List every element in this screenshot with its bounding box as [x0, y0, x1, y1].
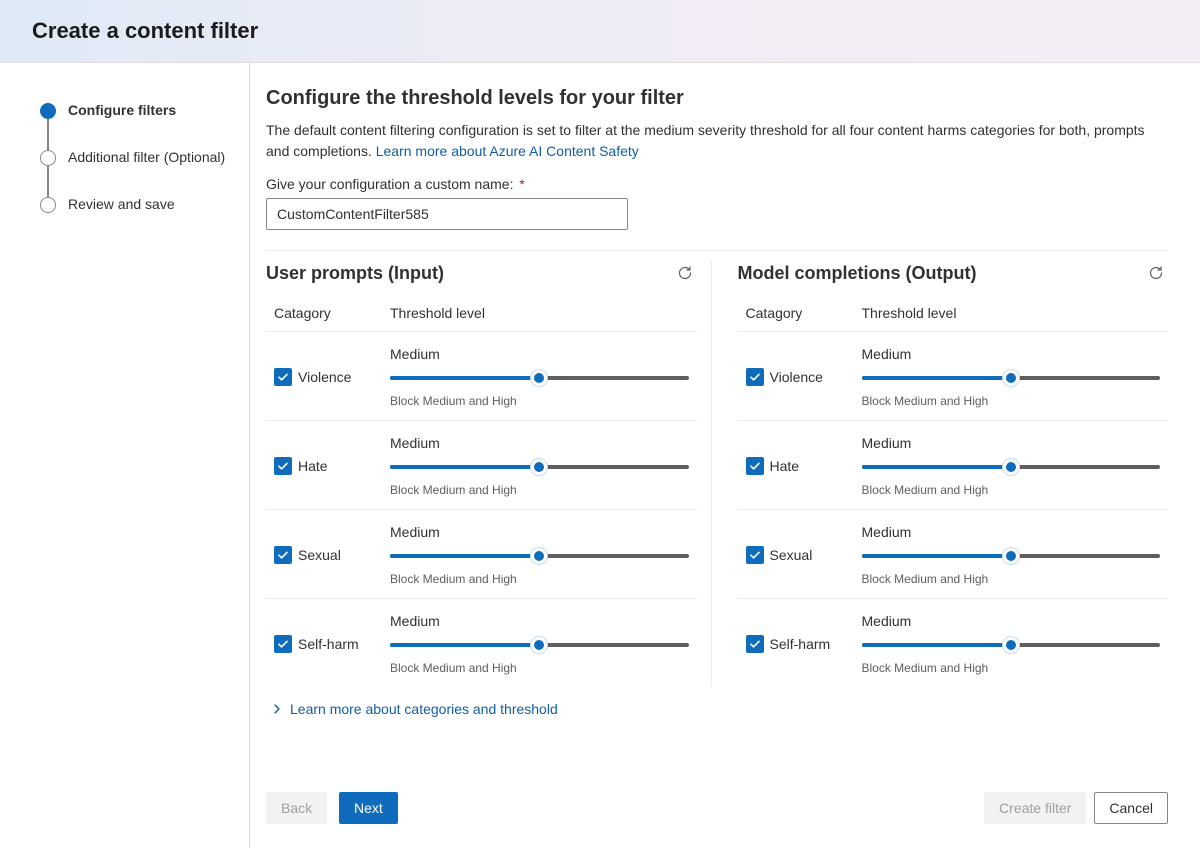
level-label: Medium — [390, 435, 689, 451]
threshold-slider[interactable] — [862, 548, 1161, 564]
category-checkbox[interactable] — [746, 368, 764, 386]
category-checkbox[interactable] — [746, 546, 764, 564]
table-row: Violence Medium Block Medium and High — [266, 332, 697, 421]
column-user-prompts: User prompts (Input) Catagory Threshold … — [266, 261, 712, 687]
column-title: User prompts (Input) — [266, 263, 444, 284]
category-header: Catagory — [746, 305, 862, 321]
learn-more-categories-link[interactable]: Learn more about categories and threshol… — [266, 701, 1168, 717]
cancel-button[interactable]: Cancel — [1094, 792, 1168, 824]
create-filter-button[interactable]: Create filter — [984, 792, 1086, 824]
category-name: Violence — [298, 369, 390, 385]
step-indicator-icon — [40, 103, 56, 119]
level-header: Threshold level — [862, 305, 1161, 321]
table-row: Self-harm Medium Block Medium and High — [738, 599, 1169, 687]
step-indicator-icon — [40, 150, 56, 166]
threshold-slider[interactable] — [390, 637, 689, 653]
threshold-slider[interactable] — [862, 370, 1161, 386]
level-description: Block Medium and High — [390, 394, 689, 408]
category-name: Self-harm — [770, 636, 862, 652]
table-row: Hate Medium Block Medium and High — [738, 421, 1169, 510]
back-button[interactable]: Back — [266, 792, 327, 824]
page-header: Create a content filter — [0, 0, 1200, 63]
wizard-footer: Back Next Create filter Cancel — [266, 764, 1168, 824]
table-row: Self-harm Medium Block Medium and High — [266, 599, 697, 687]
category-name: Hate — [298, 458, 390, 474]
step-indicator-icon — [40, 197, 56, 213]
column-model-completions: Model completions (Output) Catagory Thre… — [712, 261, 1169, 687]
category-checkbox[interactable] — [274, 546, 292, 564]
nav-step-additional-filter[interactable]: Additional filter (Optional) — [40, 148, 233, 167]
table-header: Catagory Threshold level — [266, 297, 697, 332]
name-field-label: Give your configuration a custom name: * — [266, 176, 1168, 192]
table-row: Sexual Medium Block Medium and High — [266, 510, 697, 599]
nav-step-configure-filters[interactable]: Configure filters — [40, 101, 233, 120]
next-button[interactable]: Next — [339, 792, 398, 824]
category-checkbox[interactable] — [746, 457, 764, 475]
step-label: Review and save — [68, 195, 175, 214]
section-description: The default content filtering configurat… — [266, 120, 1168, 162]
threshold-slider[interactable] — [390, 459, 689, 475]
level-header: Threshold level — [390, 305, 689, 321]
category-header: Catagory — [274, 305, 390, 321]
category-name: Self-harm — [298, 636, 390, 652]
level-label: Medium — [862, 613, 1161, 629]
threshold-columns: User prompts (Input) Catagory Threshold … — [266, 261, 1168, 687]
reset-output-button[interactable] — [1144, 261, 1168, 285]
level-label: Medium — [862, 346, 1161, 362]
level-description: Block Medium and High — [862, 483, 1161, 497]
step-label: Configure filters — [68, 101, 176, 120]
category-name: Sexual — [298, 547, 390, 563]
category-checkbox[interactable] — [274, 635, 292, 653]
threshold-slider[interactable] — [390, 548, 689, 564]
category-name: Violence — [770, 369, 862, 385]
table-row: Hate Medium Block Medium and High — [266, 421, 697, 510]
reset-icon — [677, 265, 693, 281]
category-checkbox[interactable] — [274, 368, 292, 386]
category-name: Sexual — [770, 547, 862, 563]
threshold-slider[interactable] — [862, 459, 1161, 475]
required-asterisk: * — [519, 176, 524, 192]
category-name: Hate — [770, 458, 862, 474]
chevron-right-icon — [272, 704, 282, 714]
level-description: Block Medium and High — [390, 572, 689, 586]
reset-icon — [1148, 265, 1164, 281]
table-row: Violence Medium Block Medium and High — [738, 332, 1169, 421]
level-label: Medium — [862, 524, 1161, 540]
learn-more-link[interactable]: Learn more about Azure AI Content Safety — [376, 143, 639, 159]
table-row: Sexual Medium Block Medium and High — [738, 510, 1169, 599]
level-label: Medium — [390, 613, 689, 629]
level-label: Medium — [862, 435, 1161, 451]
category-checkbox[interactable] — [746, 635, 764, 653]
level-description: Block Medium and High — [862, 572, 1161, 586]
level-description: Block Medium and High — [390, 661, 689, 675]
threshold-slider[interactable] — [390, 370, 689, 386]
level-description: Block Medium and High — [862, 394, 1161, 408]
level-label: Medium — [390, 524, 689, 540]
page-title: Create a content filter — [32, 18, 1168, 44]
category-checkbox[interactable] — [274, 457, 292, 475]
nav-step-review-save[interactable]: Review and save — [40, 195, 233, 214]
level-label: Medium — [390, 346, 689, 362]
table-header: Catagory Threshold level — [738, 297, 1169, 332]
level-description: Block Medium and High — [390, 483, 689, 497]
step-label: Additional filter (Optional) — [68, 148, 225, 167]
reset-input-button[interactable] — [673, 261, 697, 285]
column-title: Model completions (Output) — [738, 263, 977, 284]
section-title: Configure the threshold levels for your … — [266, 87, 1168, 110]
configuration-name-input[interactable] — [266, 198, 628, 230]
threshold-slider[interactable] — [862, 637, 1161, 653]
level-description: Block Medium and High — [862, 661, 1161, 675]
wizard-nav: Configure filters Additional filter (Opt… — [0, 63, 250, 848]
main-panel: Configure the threshold levels for your … — [250, 63, 1200, 848]
